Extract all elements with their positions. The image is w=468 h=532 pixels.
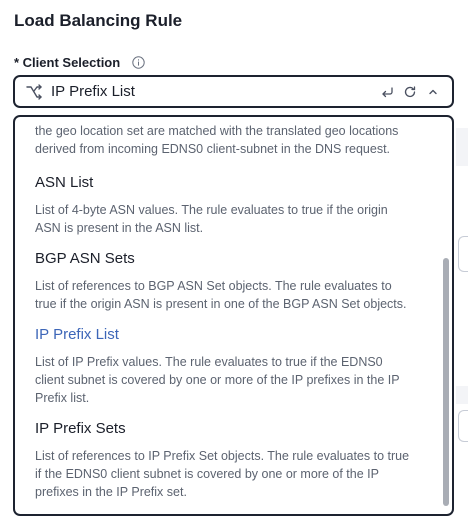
option-description: List of references to BGP ASN Set object… [35, 279, 407, 311]
page-title: Load Balancing Rule [14, 11, 183, 30]
background-panel [456, 386, 468, 404]
option-description: List of IP Prefix values. The rule evalu… [35, 355, 400, 405]
client-selection-select[interactable]: IP Prefix List [13, 75, 454, 108]
background-input [458, 410, 468, 442]
dropdown-scrollbar[interactable] [443, 258, 449, 506]
chevron-up-icon[interactable] [426, 85, 440, 99]
option-bgp-asn-sets[interactable]: BGP ASN Sets List of references to BGP A… [35, 250, 415, 313]
option-description: List of 4-byte ASN values. The rule eval… [35, 203, 388, 235]
option-name: IP Prefix List [35, 326, 119, 343]
selected-value: IP Prefix List [51, 83, 135, 100]
option-description: List of references to IP Prefix Set obje… [35, 449, 410, 499]
client-selection-label-text: * Client Selection [14, 55, 121, 70]
option-description-truncated: the geo location set are matched with th… [35, 124, 399, 156]
client-selection-label: * Client Selection [14, 55, 145, 70]
info-icon[interactable] [132, 56, 145, 69]
client-selection-dropdown[interactable]: the geo location set are matched with th… [13, 115, 454, 516]
option-name: BGP ASN Sets [35, 250, 135, 267]
merge-branch-icon [25, 83, 43, 101]
option-ip-prefix-sets[interactable]: IP Prefix Sets List of references to IP … [35, 420, 415, 501]
option-ip-prefix-list[interactable]: IP Prefix List List of IP Prefix values.… [35, 326, 415, 407]
background-input [458, 236, 468, 272]
option-name: IP Prefix Sets [35, 420, 126, 437]
option-name: ASN List [35, 174, 94, 191]
option-asn-list[interactable]: ASN List List of 4-byte ASN values. The … [35, 174, 415, 237]
refresh-icon[interactable] [403, 85, 417, 99]
background-panel [456, 128, 468, 166]
undo-icon[interactable] [380, 85, 394, 99]
